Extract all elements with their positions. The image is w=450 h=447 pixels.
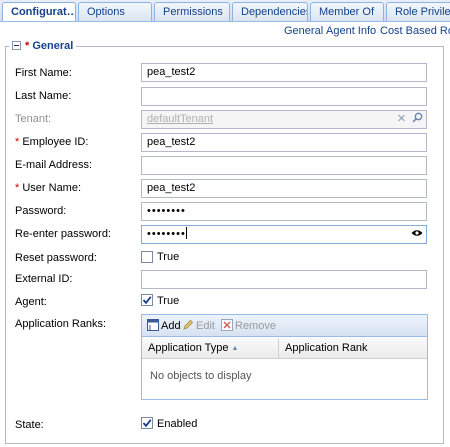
remove-row-icon: [221, 319, 233, 331]
column-header-application-type[interactable]: Application Type ▲: [142, 338, 279, 358]
required-marker: *: [15, 136, 20, 148]
reset-password-checkbox[interactable]: [141, 251, 153, 263]
add-row-icon: [147, 319, 159, 331]
grid-header: Application Type ▲ Application Rank: [142, 338, 427, 359]
tab-label: Options: [87, 6, 125, 18]
email-field[interactable]: [141, 156, 427, 175]
state-label: State:: [15, 419, 44, 431]
column-header-application-rank[interactable]: Application Rank: [279, 338, 427, 358]
tab-label: Member Of: [319, 6, 375, 18]
column-title: Application Type: [148, 342, 229, 354]
tenant-field: defaultTenant ✕: [141, 110, 427, 129]
link-cost-based-routing[interactable]: Cost Based Rout: [380, 25, 450, 37]
reenter-password-field[interactable]: ••••••••: [141, 225, 427, 244]
remove-button-label: Remove: [235, 320, 276, 332]
tab-configuration[interactable]: Configurat…: [2, 2, 76, 21]
reenter-password-label: Re-enter password:: [15, 228, 111, 240]
checkmark-icon: [142, 296, 152, 305]
user-name-label-text: User Name:: [22, 182, 82, 194]
checkmark-icon: [142, 419, 152, 428]
tab-role-privileges[interactable]: Role Privileg…: [386, 2, 450, 21]
last-name-field[interactable]: [141, 87, 427, 106]
email-label: E-mail Address:: [15, 159, 93, 171]
tenant-value: defaultTenant: [147, 113, 214, 125]
tab-label: Permissions: [163, 6, 223, 18]
reset-password-option: True: [157, 251, 180, 263]
required-marker: *: [15, 182, 20, 194]
collapse-toggle-icon[interactable]: [12, 41, 21, 50]
sort-ascending-icon: ▲: [231, 345, 239, 352]
state-option: Enabled: [157, 418, 198, 430]
required-marker: *: [25, 40, 30, 52]
state-checkbox[interactable]: [141, 417, 153, 429]
tab-permissions[interactable]: Permissions: [154, 2, 230, 21]
grid-toolbar: Add Edit Remove: [142, 315, 427, 337]
text-caret: [185, 227, 187, 239]
tab-dependencies[interactable]: Dependencies: [232, 2, 308, 21]
tab-label: Dependencies: [241, 6, 308, 18]
remove-button[interactable]: Remove: [221, 319, 276, 333]
employee-id-label: * Employee ID:: [15, 135, 88, 149]
tab-options[interactable]: Options: [78, 2, 152, 21]
first-name-label: First Name:: [15, 67, 72, 79]
tab-label: Role Privileg…: [395, 6, 450, 18]
external-id-field[interactable]: [141, 270, 427, 289]
reenter-password-value: ••••••••: [147, 228, 186, 240]
show-password-eye-icon[interactable]: [409, 227, 424, 242]
agent-checkbox[interactable]: [141, 294, 153, 306]
edit-button[interactable]: Edit: [182, 319, 215, 333]
employee-id-field[interactable]: pea_test2: [141, 133, 427, 152]
link-agent-info[interactable]: Agent Info: [326, 25, 376, 37]
tab-bar: Configurat… Options Permissions Dependen…: [0, 0, 450, 22]
application-ranks-label: Application Ranks:: [15, 318, 107, 330]
section-title: General: [32, 40, 74, 52]
add-button[interactable]: Add: [147, 319, 181, 333]
agent-option: True: [157, 295, 180, 307]
search-icon[interactable]: [410, 112, 425, 127]
password-label: Password:: [15, 205, 67, 217]
agent-label: Agent:: [15, 296, 47, 308]
tenant-label: Tenant:: [15, 113, 52, 125]
external-id-label: External ID:: [15, 273, 73, 285]
edit-pencil-icon: [183, 319, 194, 330]
last-name-label: Last Name:: [15, 90, 72, 102]
user-name-label: * User Name:: [15, 181, 81, 195]
add-button-label: Add: [161, 320, 181, 332]
grid-empty-message: No objects to display: [150, 370, 252, 382]
password-field[interactable]: ••••••••: [141, 202, 427, 221]
reset-password-label: Reset password:: [15, 252, 97, 264]
section-links: General Agent Info Cost Based Rout: [0, 24, 450, 40]
edit-button-label: Edit: [196, 320, 215, 332]
application-ranks-grid: Add Edit Remove Application Type ▲ Applic…: [141, 314, 428, 400]
fieldset-legend: * General: [9, 39, 77, 53]
employee-id-label-text: Employee ID:: [22, 136, 89, 148]
tab-member-of[interactable]: Member Of: [310, 2, 384, 21]
clear-icon[interactable]: ✕: [394, 112, 409, 127]
user-name-field[interactable]: pea_test2: [141, 179, 427, 198]
tab-label: Configurat…: [11, 6, 76, 18]
column-title: Application Rank: [285, 342, 368, 354]
link-general[interactable]: General: [284, 25, 323, 37]
first-name-field[interactable]: pea_test2: [141, 63, 427, 82]
